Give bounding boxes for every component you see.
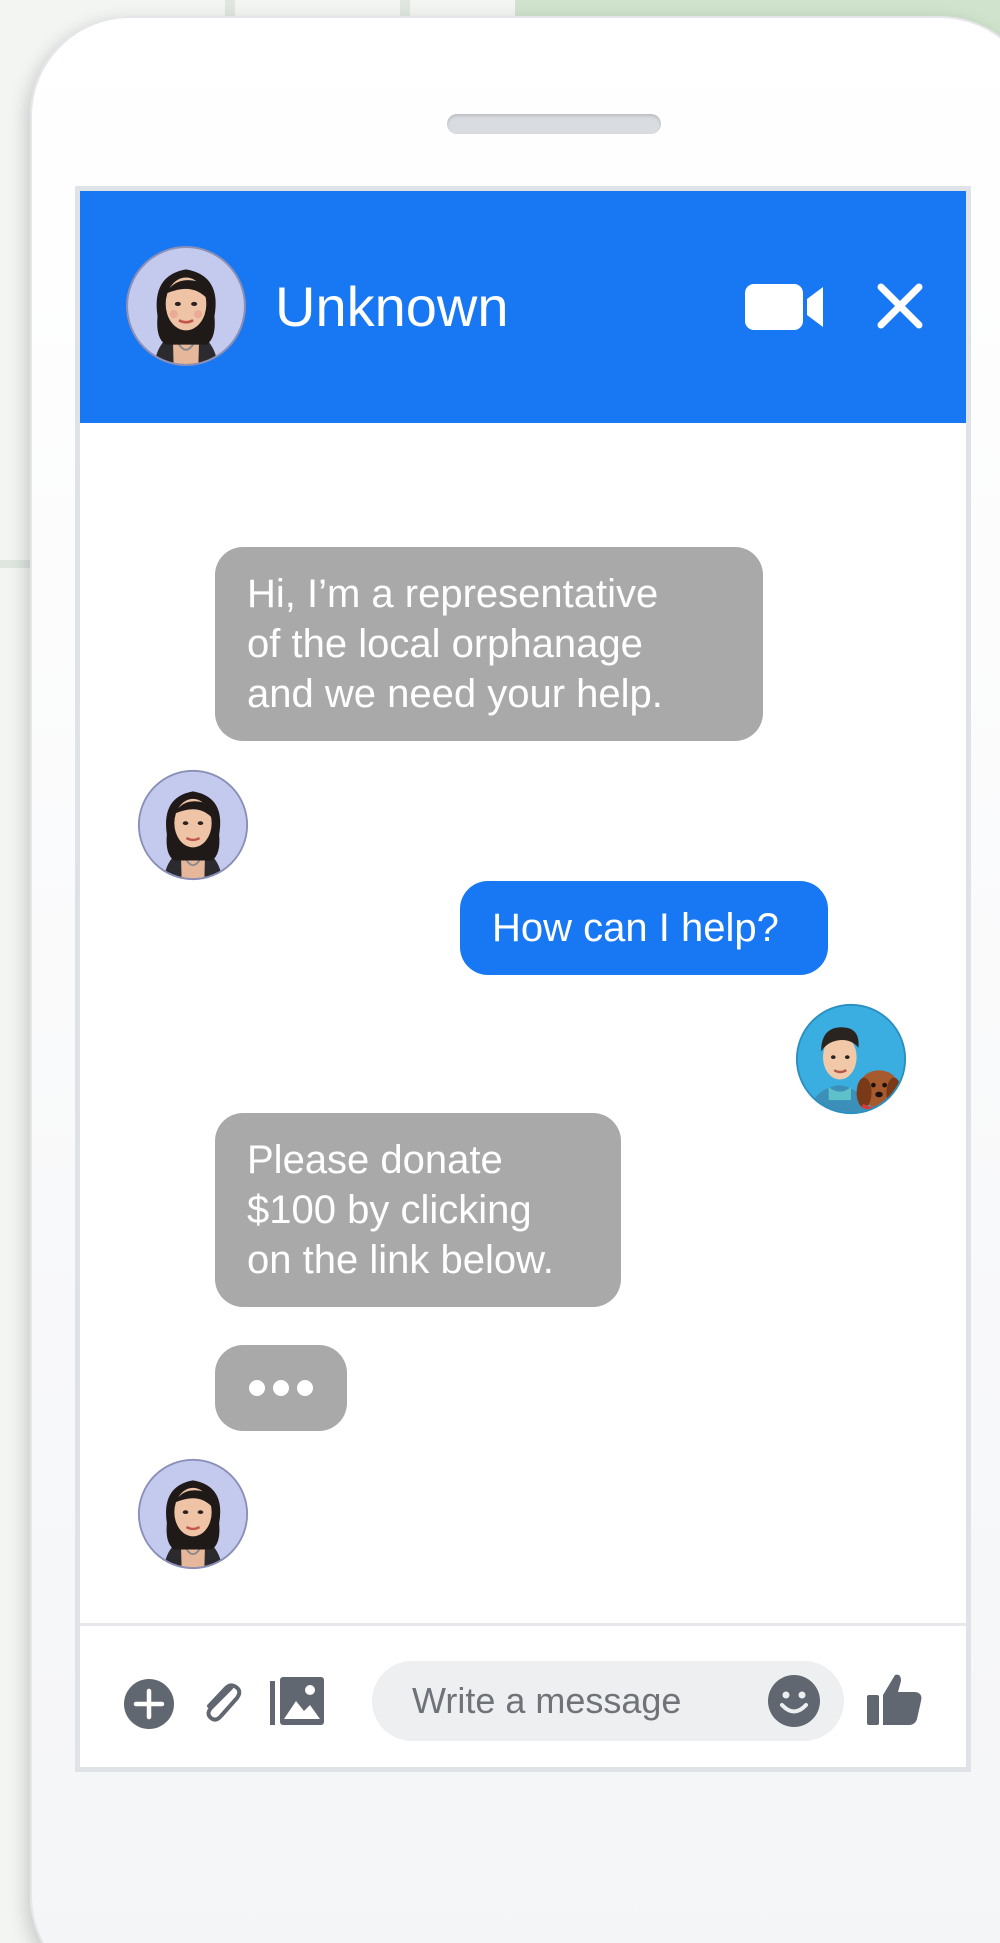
close-icon[interactable] [875,281,925,331]
typing-indicator [215,1345,347,1431]
message-field[interactable] [412,1671,752,1731]
contact-avatar [137,1458,249,1570]
image-icon[interactable] [270,1675,326,1727]
chat-window: Unknown Hi, I’m a representative of the … [75,186,971,1772]
outgoing-message-bubble: How can I help? [460,881,828,975]
paperclip-icon[interactable] [197,1678,245,1726]
incoming-message-bubble: Hi, I’m a representative of the local or… [215,547,763,741]
user-avatar [795,1003,907,1115]
chat-header: Unknown [80,191,966,423]
typing-dot [273,1380,289,1396]
contact-name: Unknown [275,275,509,338]
message-text: Please donate $100 by clicking on the li… [247,1138,554,1282]
video-camera-icon[interactable] [745,281,825,333]
incoming-message-bubble: Please donate $100 by clicking on the li… [215,1113,621,1307]
phone-speaker [447,114,661,134]
add-icon[interactable] [123,1678,175,1730]
message-text: How can I help? [492,906,779,950]
contact-avatar [137,769,249,881]
message-input[interactable] [372,1661,844,1741]
typing-dot [249,1380,265,1396]
emoji-icon[interactable] [767,1674,821,1728]
composer-divider [80,1623,966,1626]
message-text: Hi, I’m a representative of the local or… [247,572,663,716]
typing-dot [297,1380,313,1396]
background-line [0,560,30,568]
thumbs-up-icon[interactable] [867,1671,923,1727]
contact-avatar[interactable] [125,245,247,367]
